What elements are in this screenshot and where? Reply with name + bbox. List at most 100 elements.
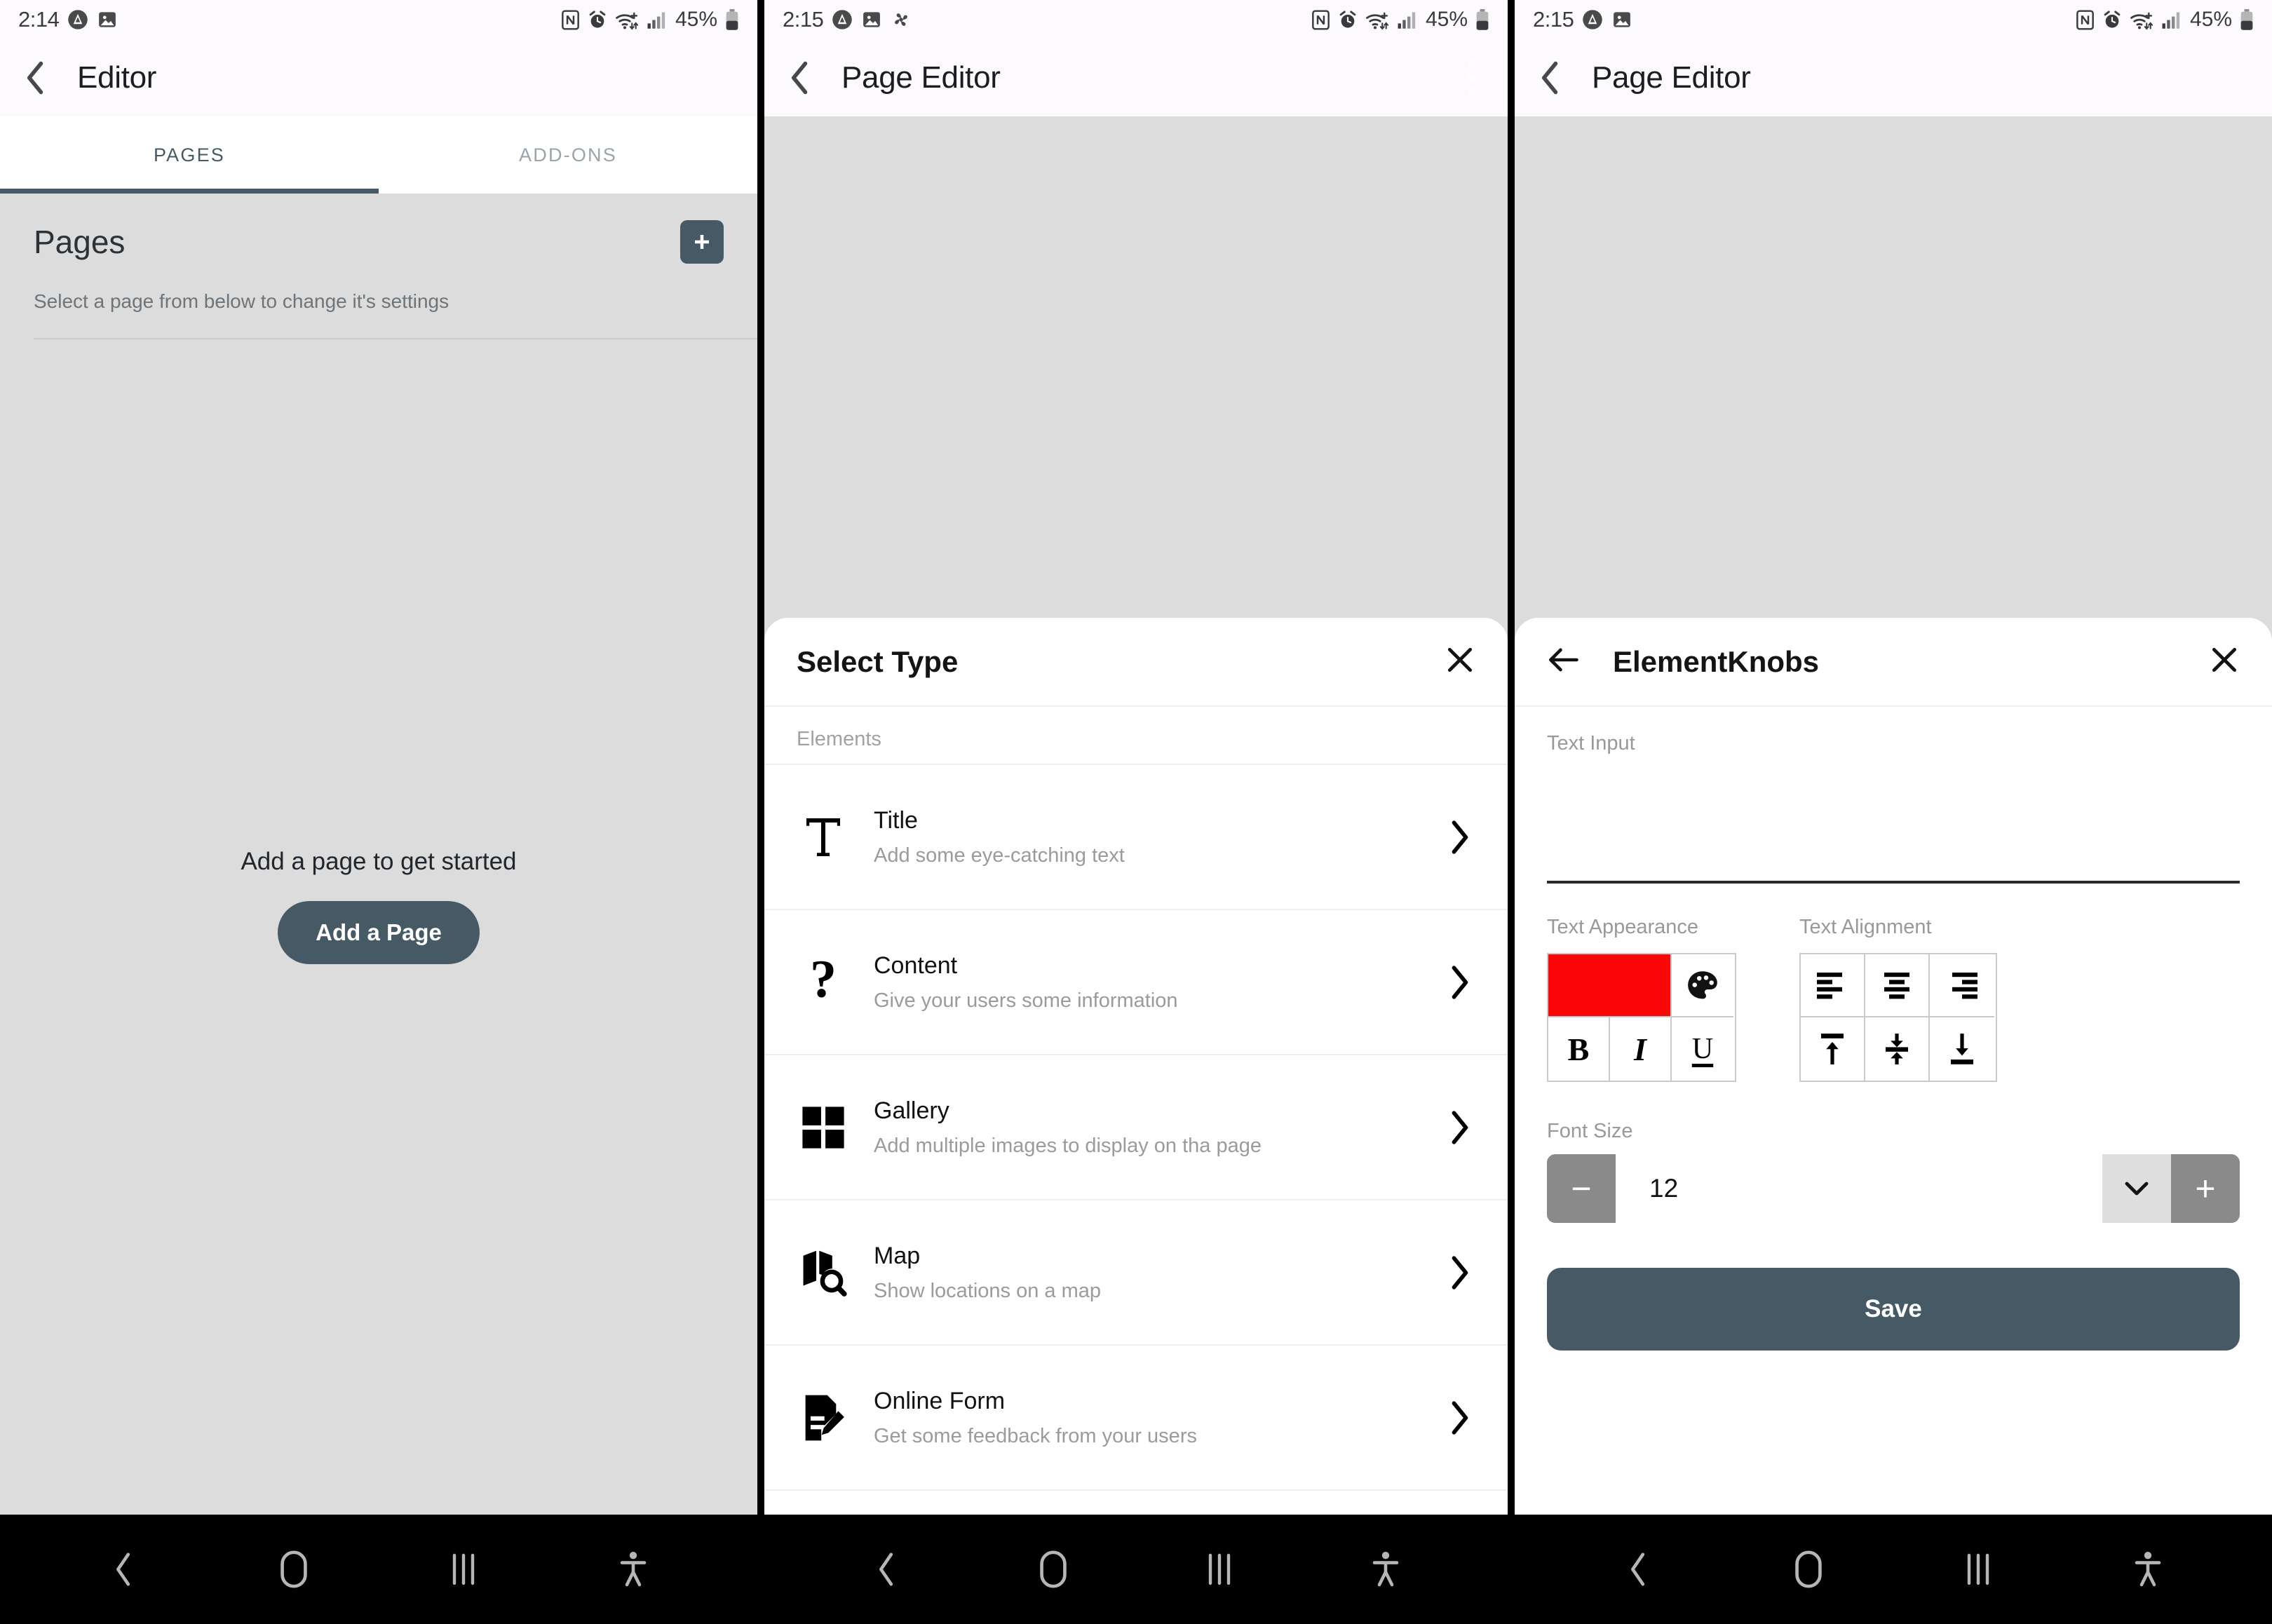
svg-text:?: ? bbox=[810, 956, 837, 1008]
system-nav-bar bbox=[764, 1515, 1508, 1624]
list-item-name: Gallery bbox=[874, 1097, 949, 1124]
tab-bar: PAGES ADD-ONS bbox=[0, 116, 757, 194]
app-bar: Editor bbox=[0, 39, 757, 116]
battery-percent: 45% bbox=[2189, 8, 2232, 31]
nav-recents-icon[interactable] bbox=[1136, 1551, 1302, 1588]
nfc-icon bbox=[1312, 9, 1330, 30]
back-arrow-icon[interactable] bbox=[24, 60, 63, 96]
back-arrow-icon[interactable] bbox=[1539, 60, 1578, 96]
sheet-title: Select Type bbox=[797, 644, 959, 678]
wifi-icon bbox=[1366, 12, 1389, 30]
add-a-page-button[interactable]: Add a Page bbox=[278, 901, 480, 964]
nfc-icon bbox=[562, 9, 579, 30]
nav-back-icon[interactable] bbox=[39, 1550, 209, 1588]
palette-icon bbox=[1688, 971, 1717, 999]
text-appearance-group: Text Appearance B I U bbox=[1547, 916, 1736, 1082]
text-appearance-grid: B I U bbox=[1547, 953, 1736, 1082]
signal-icon bbox=[647, 11, 665, 29]
font-size-dropdown-button[interactable] bbox=[2102, 1154, 2171, 1223]
sheet-back-arrow-icon[interactable] bbox=[1547, 646, 1579, 677]
font-size-stepper: − 12 + bbox=[1547, 1154, 2240, 1223]
battery-percent: 45% bbox=[675, 8, 717, 31]
nav-accessibility-icon[interactable] bbox=[548, 1550, 718, 1588]
nav-home-icon[interactable] bbox=[970, 1549, 1136, 1590]
italic-button[interactable]: I bbox=[1610, 1017, 1672, 1081]
list-item-name: Content bbox=[874, 952, 958, 979]
nfc-icon bbox=[2076, 9, 2094, 30]
align-left-icon bbox=[1817, 973, 1842, 999]
valign-bottom-icon bbox=[1951, 1034, 1973, 1064]
close-icon[interactable] bbox=[1445, 644, 1475, 679]
tab-indicator bbox=[0, 189, 379, 194]
nav-home-icon[interactable] bbox=[1724, 1549, 1893, 1590]
nav-home-icon[interactable] bbox=[209, 1549, 379, 1590]
nav-accessibility-icon[interactable] bbox=[2063, 1550, 2233, 1588]
list-item-desc: Give your users some information bbox=[874, 989, 1178, 1012]
battery-percent: 45% bbox=[1425, 8, 1468, 31]
chevron-right-icon bbox=[1435, 1398, 1484, 1437]
add-page-icon-button[interactable] bbox=[680, 220, 724, 264]
element-knobs-sheet: ElementKnobs Text Input Text Appearance bbox=[1515, 618, 2272, 1515]
back-arrow-icon[interactable] bbox=[788, 60, 827, 96]
underline-button[interactable]: U bbox=[1672, 1017, 1733, 1081]
tab-addons[interactable]: ADD-ONS bbox=[379, 116, 757, 194]
align-left-button[interactable] bbox=[1801, 954, 1865, 1017]
overflow-menu-icon[interactable] bbox=[1468, 60, 1475, 96]
color-swatch-button[interactable] bbox=[1548, 954, 1672, 1017]
status-bar: 2:15 45% bbox=[1515, 0, 2272, 39]
nav-accessibility-icon[interactable] bbox=[1302, 1550, 1468, 1588]
font-size-increment-button[interactable]: + bbox=[2171, 1154, 2240, 1223]
list-item-map[interactable]: Map Show locations on a map bbox=[764, 1199, 1508, 1344]
bold-button[interactable]: B bbox=[1548, 1017, 1610, 1081]
sheet-header: Select Type bbox=[764, 618, 1508, 705]
nav-recents-icon[interactable] bbox=[1893, 1551, 2063, 1588]
text-input-field[interactable] bbox=[1547, 761, 2240, 884]
save-button[interactable]: Save bbox=[1547, 1268, 2240, 1351]
text-input-label: Text Input bbox=[1547, 732, 1635, 755]
align-right-button[interactable] bbox=[1930, 954, 1994, 1017]
status-right: 45% bbox=[561, 8, 739, 32]
app-bar: Page Editor bbox=[764, 39, 1508, 116]
screen-element-knobs: 2:15 45% Page Editor ElementKnobs Text I… bbox=[1515, 0, 2272, 1624]
list-item-gallery[interactable]: Gallery Add multiple images to display o… bbox=[764, 1054, 1508, 1199]
list-item-content[interactable]: ? Content Give your users some informati… bbox=[764, 909, 1508, 1054]
knobs-form: Text Input Text Appearance B I U Text Al… bbox=[1515, 707, 2272, 1515]
system-nav-bar bbox=[1515, 1515, 2272, 1624]
nav-recents-icon[interactable] bbox=[379, 1551, 548, 1588]
page-title: Editor bbox=[77, 60, 157, 95]
close-icon[interactable] bbox=[2209, 644, 2240, 679]
align-center-button[interactable] bbox=[1865, 954, 1930, 1017]
status-right: 45% bbox=[2076, 8, 2254, 32]
font-size-input[interactable]: 12 bbox=[1616, 1154, 2102, 1223]
image-icon bbox=[863, 12, 881, 27]
valign-bottom-button[interactable] bbox=[1930, 1017, 1994, 1081]
chevron-right-icon bbox=[1435, 963, 1484, 1002]
font-size-decrement-button[interactable]: − bbox=[1547, 1154, 1616, 1223]
page-title: Page Editor bbox=[1592, 60, 1751, 95]
text-alignment-group: Text Alignment bbox=[1799, 916, 1997, 1082]
status-left: 2:15 bbox=[1533, 7, 1632, 32]
valign-middle-icon bbox=[1886, 1034, 1908, 1064]
list-item-title[interactable]: Title Add some eye-catching text bbox=[764, 764, 1508, 909]
list-item-online-form[interactable]: Online Form Get some feedback from your … bbox=[764, 1344, 1508, 1489]
wifi-icon bbox=[2130, 12, 2153, 30]
valign-middle-button[interactable] bbox=[1865, 1017, 1930, 1081]
chevron-right-icon bbox=[1435, 1253, 1484, 1292]
empty-state-text: Add a page to get started bbox=[241, 848, 517, 875]
list-item-desc: Add some eye-catching text bbox=[874, 844, 1125, 867]
list-item-name: Map bbox=[874, 1242, 921, 1269]
chevron-right-icon bbox=[1435, 1108, 1484, 1147]
nav-back-icon[interactable] bbox=[1554, 1550, 1724, 1588]
list-item-name: Online Form bbox=[874, 1387, 1006, 1414]
nav-back-icon[interactable] bbox=[804, 1550, 970, 1588]
chevron-down-icon bbox=[2125, 1182, 2149, 1196]
palette-icon-button[interactable] bbox=[1672, 954, 1733, 1017]
screen-select-type: 2:15 45% Page Editor Select Type Element… bbox=[757, 0, 1515, 1624]
app-notification-icon bbox=[832, 10, 853, 29]
tab-pages[interactable]: PAGES bbox=[0, 116, 379, 194]
page-preview-area[interactable] bbox=[764, 116, 1508, 618]
valign-top-button[interactable] bbox=[1801, 1017, 1865, 1081]
text-alignment-grid bbox=[1799, 953, 1997, 1082]
page-preview-area[interactable] bbox=[1515, 116, 2272, 618]
image-icon bbox=[1614, 12, 1631, 27]
